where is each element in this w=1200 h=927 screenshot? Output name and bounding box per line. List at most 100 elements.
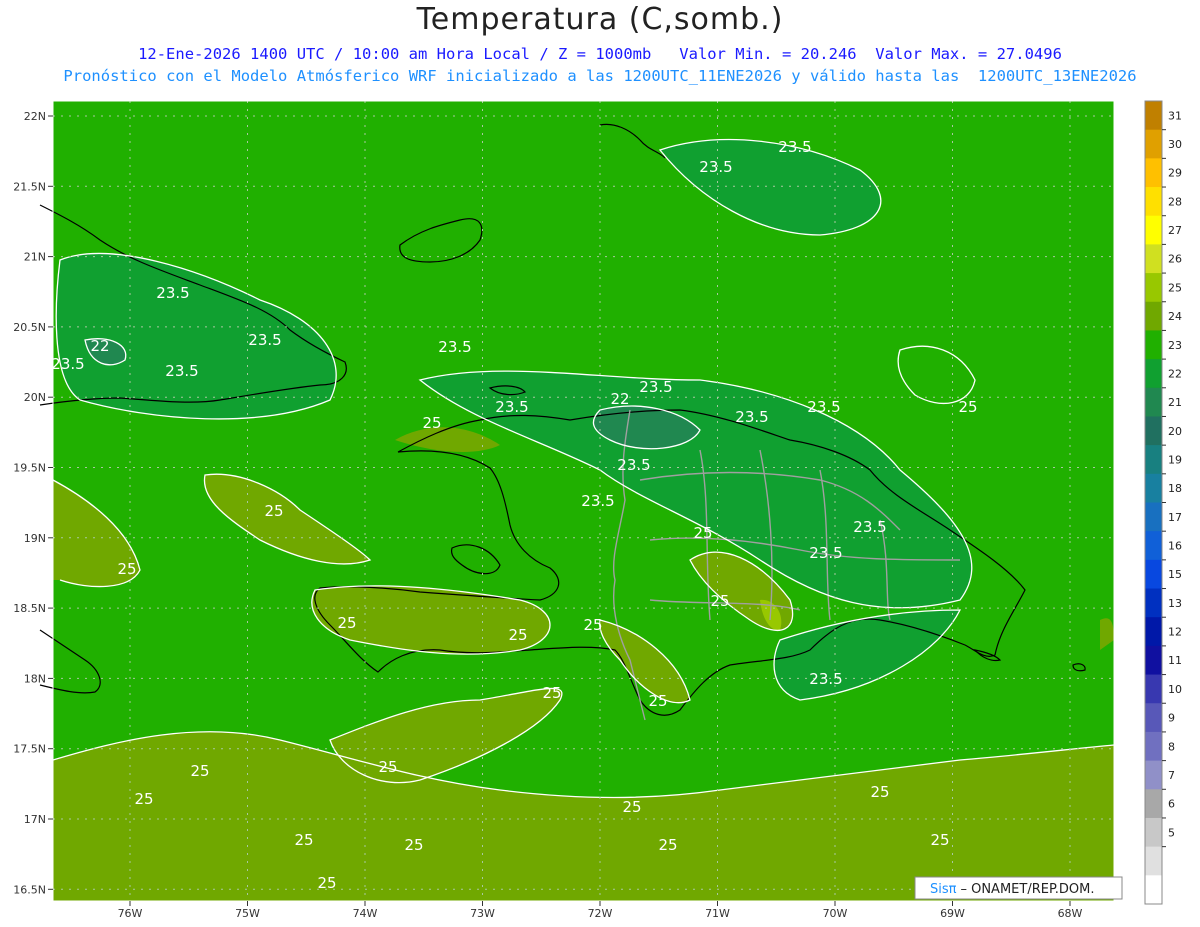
contour-label: 25 — [583, 616, 602, 634]
colorbar-label: 6 — [1168, 798, 1175, 811]
contour-label: 23.5 — [809, 670, 842, 688]
colorbar-label: 24 — [1168, 310, 1182, 323]
colorbar-swatch — [1145, 502, 1162, 532]
colorbar-swatch — [1145, 301, 1162, 331]
colorbar-label: 17 — [1168, 511, 1182, 524]
lat-label: 19N — [24, 532, 46, 545]
colorbar-swatch — [1145, 473, 1162, 503]
colorbar-label: 13 — [1168, 597, 1182, 610]
credit-brand: Sisπ — [930, 882, 957, 897]
colorbar-label: 12 — [1168, 626, 1182, 639]
colorbar-swatch — [1145, 359, 1162, 389]
latitude-labels: 22N 21.5N 21N 20.5N 20N 19.5N 19N 18.5N 18N 17.5N… — [13, 110, 53, 896]
colorbar-label: 22 — [1168, 367, 1182, 380]
lat-label: 17.5N — [13, 743, 46, 756]
colorbar-swatch — [1145, 645, 1162, 676]
contour-label: 25 — [508, 626, 527, 644]
lat-label: 20.5N — [13, 321, 46, 334]
lat-label: 17N — [24, 813, 46, 826]
contour-label: 25 — [930, 831, 949, 849]
lon-label: 74W — [353, 907, 378, 920]
lat-label: 16.5N — [13, 883, 46, 896]
contour-label: 23.5 — [778, 138, 811, 156]
lon-label: 75W — [235, 907, 260, 920]
contour-label: 25 — [264, 502, 283, 520]
contour-label: 22 — [610, 390, 629, 408]
lon-label: 73W — [470, 907, 495, 920]
colorbar-swatch — [1145, 674, 1162, 704]
colorbar-swatch — [1145, 158, 1162, 188]
colorbar-label: 16 — [1168, 540, 1182, 553]
contour-label: 23.5 — [639, 378, 672, 396]
contour-label: 25 — [658, 836, 677, 854]
colorbar-swatch — [1145, 531, 1162, 561]
contour-label: 23.5 — [699, 158, 732, 176]
temperature-map: 22N 21.5N 21N 20.5N 20N 19.5N 19N 18.5N 18N 17.5N… — [13, 100, 1182, 920]
colorbar-label: 5 — [1168, 826, 1175, 839]
contour-label: 25 — [648, 692, 667, 710]
colorbar-swatch — [1145, 129, 1162, 159]
lon-label: 76W — [118, 907, 143, 920]
color-scale-bar: 31 30 29 28 27 26 25 24 23 22 21 20 19 18 17 16 15 13 12 11… — [1144, 100, 1182, 905]
lat-label: 21N — [24, 251, 46, 264]
contour-label: 25 — [542, 684, 561, 702]
contour-label: 23.5 — [853, 518, 886, 536]
colorbar-swatch — [1145, 215, 1162, 245]
colorbar-label: 18 — [1168, 482, 1182, 495]
credit-text: Sisπ – ONAMET/REP.DOM. — [930, 882, 1095, 897]
colorbar-swatch — [1145, 416, 1162, 446]
lat-label: 21.5N — [13, 180, 46, 193]
colorbar-swatch — [1145, 187, 1162, 217]
contour-label: 23.5 — [581, 492, 614, 510]
contour-label: 25 — [190, 762, 209, 780]
colorbar-label: 7 — [1168, 769, 1175, 782]
contour-label: 23.5 — [438, 338, 471, 356]
contour-label: 25 — [870, 783, 889, 801]
colorbar-swatch — [1145, 588, 1162, 618]
colorbar-label: 19 — [1168, 453, 1182, 466]
contour-label: 23.5 — [807, 398, 840, 416]
colorbar-label: 26 — [1168, 253, 1182, 266]
colorbar-swatch — [1145, 760, 1162, 790]
colorbar-label: 9 — [1168, 712, 1175, 725]
colorbar-swatch — [1145, 703, 1162, 733]
colorbar-swatch — [1145, 731, 1162, 762]
contour-label: 23.5 — [735, 408, 768, 426]
contour-label: 23.5 — [156, 284, 189, 302]
lat-label: 22N — [24, 110, 46, 123]
contour-label: 23.5 — [617, 456, 650, 474]
colorbar-label: 28 — [1168, 195, 1182, 208]
contour-label: 23.5 — [495, 398, 528, 416]
colorbar-label: 31 — [1168, 109, 1182, 122]
contour-label: 25 — [422, 414, 441, 432]
colorbar-swatch — [1145, 846, 1162, 876]
contour-label: 25 — [710, 592, 729, 610]
contour-label: 25 — [958, 398, 977, 416]
colorbar-swatch — [1145, 445, 1162, 475]
lat-label: 19.5N — [13, 462, 46, 475]
colorbar-label: 25 — [1168, 281, 1182, 294]
contour-label: 25 — [404, 836, 423, 854]
colorbar-swatch — [1145, 387, 1162, 417]
contour-label: 25 — [337, 614, 356, 632]
longitude-labels: 76W 75W 74W 73W 72W 71W 70W 69W 68W — [118, 901, 1083, 920]
colorbar-label: 10 — [1168, 683, 1182, 696]
credit-org: – ONAMET/REP.DOM. — [960, 882, 1094, 897]
lon-label: 72W — [588, 907, 613, 920]
colorbar-swatch — [1145, 244, 1162, 274]
lon-label: 68W — [1058, 907, 1083, 920]
contour-label: 25 — [378, 758, 397, 776]
contour-label: 25 — [622, 798, 641, 816]
contour-label: 25 — [134, 790, 153, 808]
colorbar-label: 15 — [1168, 568, 1182, 581]
contour-label: 25 — [294, 831, 313, 849]
lon-label: 70W — [823, 907, 848, 920]
colorbar-swatch — [1145, 817, 1162, 848]
colorbar-label: 23 — [1168, 339, 1182, 352]
contour-label: 25 — [317, 874, 336, 892]
colorbar-label: 11 — [1168, 654, 1182, 667]
colorbar-label: 29 — [1168, 167, 1182, 180]
colorbar-label: 27 — [1168, 224, 1182, 237]
lon-label: 71W — [705, 907, 730, 920]
lat-label: 18N — [24, 672, 46, 685]
